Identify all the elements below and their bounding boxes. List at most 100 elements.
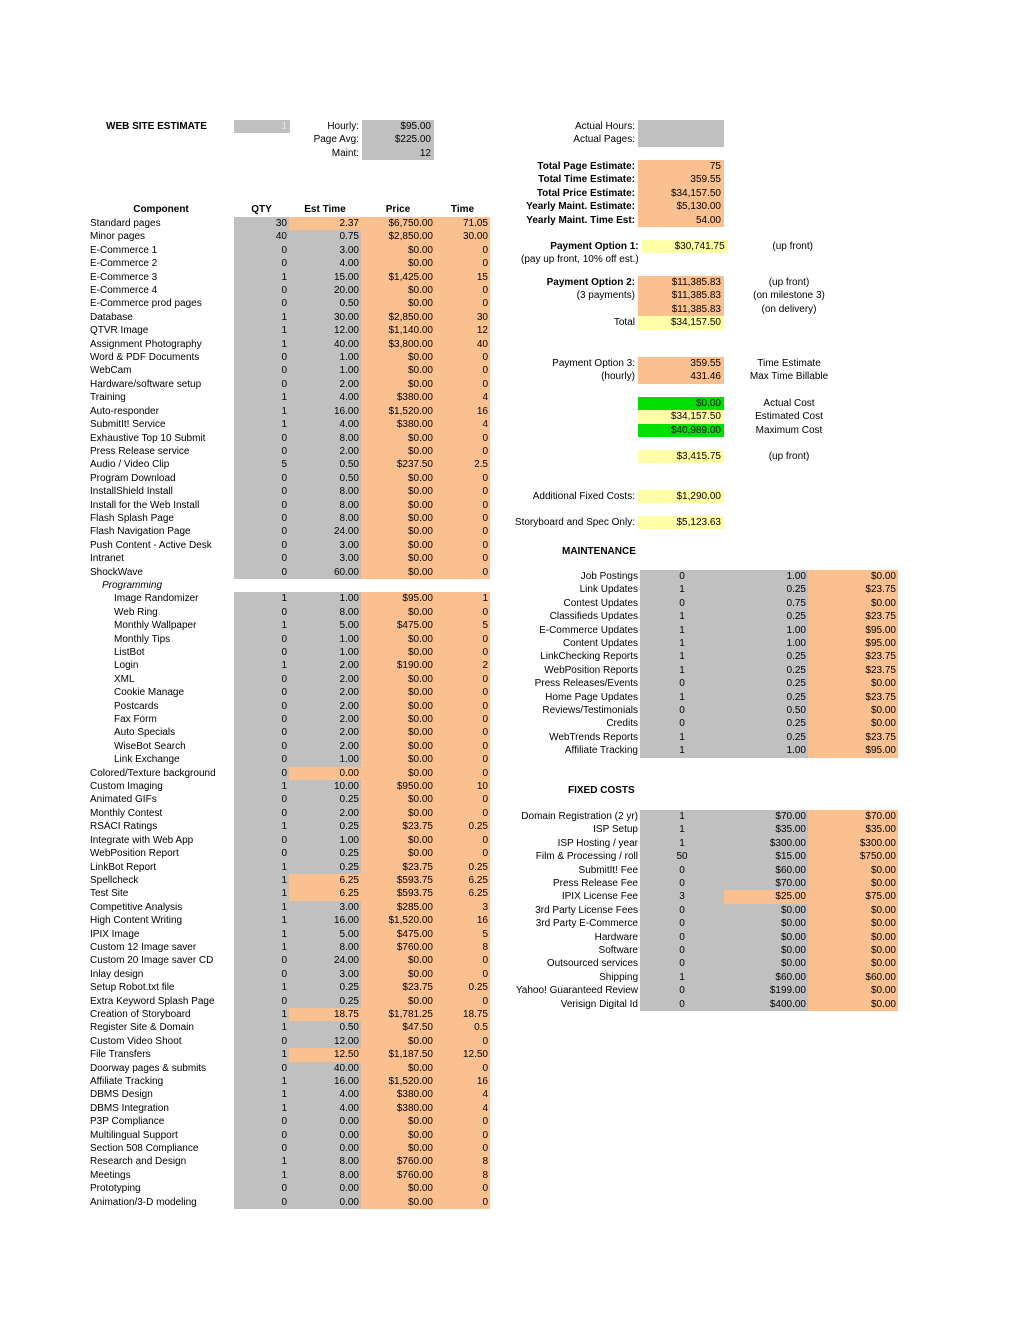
component-qty[interactable]: 0 xyxy=(234,377,289,392)
rate-value-page-avg[interactable]: $225.00 xyxy=(362,133,434,147)
component-est-time[interactable]: 4.00 xyxy=(289,418,361,432)
component-qty[interactable]: 0 xyxy=(234,632,289,646)
fixed-cost-qty[interactable]: 1 xyxy=(640,970,724,985)
component-qty[interactable]: 1 xyxy=(234,337,289,352)
component-qty[interactable]: 1 xyxy=(234,873,289,888)
component-qty[interactable]: 1 xyxy=(234,659,289,673)
component-est-time[interactable]: 4.00 xyxy=(289,1088,361,1102)
component-est-time[interactable]: 0.00 xyxy=(289,1182,361,1196)
fixed-cost-unit-price[interactable]: $25.00 xyxy=(724,890,808,904)
component-qty[interactable]: 0 xyxy=(234,793,289,807)
component-est-time[interactable]: 0.00 xyxy=(289,1115,361,1129)
component-qty[interactable]: 0 xyxy=(234,954,289,968)
fixed-cost-unit-price[interactable]: $0.00 xyxy=(724,917,808,931)
component-qty[interactable]: 1 xyxy=(234,418,289,432)
component-est-time[interactable]: 8.00 xyxy=(289,498,361,512)
component-est-time[interactable]: 5.00 xyxy=(289,927,361,941)
maintenance-qty[interactable]: 1 xyxy=(640,663,724,678)
fixed-cost-unit-price[interactable]: $70.00 xyxy=(724,877,808,891)
component-qty[interactable]: 0 xyxy=(234,1128,289,1143)
fixed-cost-unit-price[interactable]: $60.00 xyxy=(724,863,808,878)
component-qty[interactable]: 0 xyxy=(234,726,289,740)
component-qty[interactable]: 0 xyxy=(234,1061,289,1075)
component-est-time[interactable]: 12.00 xyxy=(289,1034,361,1049)
component-qty[interactable]: 1 xyxy=(234,1075,289,1089)
component-est-time[interactable]: 8.00 xyxy=(289,511,361,526)
fixed-cost-qty[interactable]: 1 xyxy=(640,810,724,824)
component-est-time[interactable]: 0.25 xyxy=(289,860,361,874)
component-est-time[interactable]: 2.00 xyxy=(289,713,361,727)
component-qty[interactable]: 0 xyxy=(234,498,289,512)
component-est-time[interactable]: 15.00 xyxy=(289,270,361,285)
component-qty[interactable]: 1 xyxy=(234,1048,289,1062)
maintenance-qty[interactable]: 1 xyxy=(640,690,724,705)
component-qty[interactable]: 5 xyxy=(234,458,289,472)
component-est-time[interactable]: 0.00 xyxy=(289,1142,361,1156)
maintenance-hours[interactable]: 1.00 xyxy=(724,623,808,638)
fixed-cost-qty[interactable]: 0 xyxy=(640,903,724,918)
component-qty[interactable]: 0 xyxy=(234,672,289,687)
component-qty[interactable]: 0 xyxy=(234,565,289,579)
fixed-cost-qty[interactable]: 0 xyxy=(640,944,724,958)
component-est-time[interactable]: 2.00 xyxy=(289,806,361,821)
maintenance-qty[interactable]: 0 xyxy=(640,704,724,718)
component-qty[interactable]: 1 xyxy=(234,324,289,338)
fixed-cost-qty[interactable]: 0 xyxy=(640,997,724,1012)
component-est-time[interactable]: 2.00 xyxy=(289,444,361,459)
component-qty[interactable]: 1 xyxy=(234,619,289,633)
component-est-time[interactable]: 8.00 xyxy=(289,431,361,445)
maintenance-hours[interactable]: 0.25 xyxy=(724,663,808,678)
component-qty[interactable]: 1 xyxy=(234,1007,289,1022)
actual-value-hours[interactable] xyxy=(638,120,724,134)
component-qty[interactable]: 1 xyxy=(234,1155,289,1169)
fixed-cost-unit-price[interactable]: $0.00 xyxy=(724,957,808,971)
rate-value-maint[interactable]: 12 xyxy=(362,146,434,161)
maintenance-hours[interactable]: 1.00 xyxy=(724,744,808,758)
component-est-time[interactable]: 2.37 xyxy=(289,217,361,231)
rate-value-hourly[interactable]: $95.00 xyxy=(362,120,434,134)
component-est-time[interactable]: 0.25 xyxy=(289,793,361,807)
component-qty[interactable]: 1 xyxy=(234,270,289,285)
maintenance-qty[interactable]: 1 xyxy=(640,583,724,597)
component-qty[interactable]: 0 xyxy=(234,994,289,1008)
component-est-time[interactable]: 4.00 xyxy=(289,257,361,271)
maintenance-hours[interactable]: 0.25 xyxy=(724,730,808,745)
component-qty[interactable]: 0 xyxy=(234,538,289,553)
component-est-time[interactable]: 8.00 xyxy=(289,940,361,955)
component-qty[interactable]: 0 xyxy=(234,552,289,566)
component-qty[interactable]: 1 xyxy=(234,1088,289,1102)
component-est-time[interactable]: 40.00 xyxy=(289,1061,361,1075)
maintenance-qty[interactable]: 1 xyxy=(640,610,724,624)
component-est-time[interactable]: 4.00 xyxy=(289,1101,361,1116)
component-est-time[interactable]: 3.00 xyxy=(289,538,361,553)
maintenance-hours[interactable]: 0.25 xyxy=(724,690,808,705)
component-qty[interactable]: 0 xyxy=(234,646,289,660)
component-est-time[interactable]: 0.25 xyxy=(289,994,361,1008)
component-qty[interactable]: 0 xyxy=(234,471,289,486)
component-est-time[interactable]: 24.00 xyxy=(289,525,361,539)
maintenance-hours[interactable]: 1.00 xyxy=(724,637,808,651)
component-qty[interactable]: 1 xyxy=(234,310,289,325)
component-est-time[interactable]: 4.00 xyxy=(289,391,361,405)
component-est-time[interactable]: 12.50 xyxy=(289,1048,361,1062)
component-qty[interactable]: 0 xyxy=(234,753,289,767)
component-est-time[interactable]: 0.25 xyxy=(289,981,361,995)
component-qty[interactable]: 0 xyxy=(234,766,289,781)
component-qty[interactable]: 30 xyxy=(234,217,289,231)
component-est-time[interactable]: 0.25 xyxy=(289,820,361,834)
maintenance-hours[interactable]: 0.25 xyxy=(724,650,808,664)
component-est-time[interactable]: 2.00 xyxy=(289,672,361,687)
component-est-time[interactable]: 16.00 xyxy=(289,914,361,928)
maintenance-qty[interactable]: 1 xyxy=(640,730,724,745)
fixed-cost-qty[interactable]: 0 xyxy=(640,863,724,878)
component-est-time[interactable]: 1.00 xyxy=(289,753,361,767)
fixed-cost-qty[interactable]: 0 xyxy=(640,957,724,971)
component-est-time[interactable]: 1.00 xyxy=(289,592,361,606)
component-qty[interactable]: 0 xyxy=(234,833,289,848)
component-est-time[interactable]: 16.00 xyxy=(289,1075,361,1089)
component-est-time[interactable]: 0.00 xyxy=(289,1128,361,1143)
component-est-time[interactable]: 1.00 xyxy=(289,833,361,848)
component-qty[interactable]: 1 xyxy=(234,900,289,915)
fixed-cost-qty[interactable]: 50 xyxy=(640,850,724,864)
component-est-time[interactable]: 2.00 xyxy=(289,686,361,700)
